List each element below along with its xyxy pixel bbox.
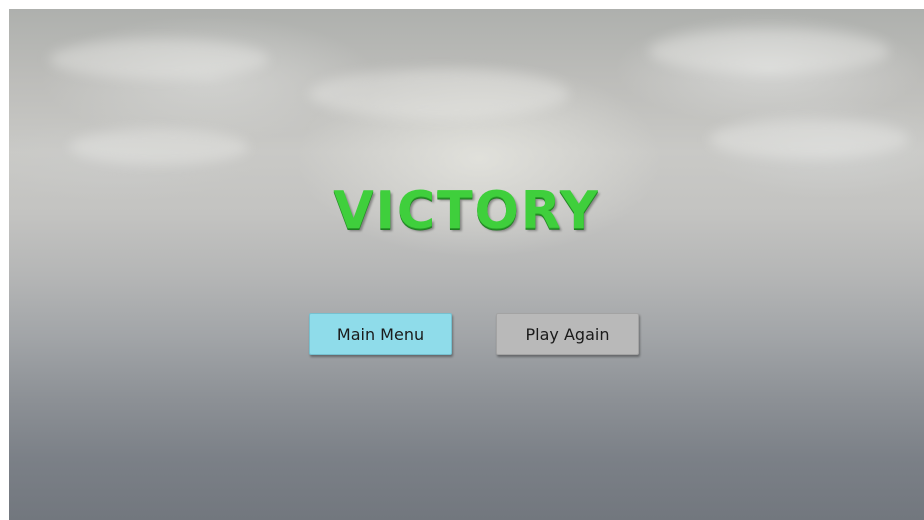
game-window: VICTORY Main Menu Play Again bbox=[0, 0, 924, 520]
cloud bbox=[649, 29, 889, 74]
play-again-button-label: Play Again bbox=[525, 324, 610, 344]
play-again-button[interactable]: Play Again bbox=[496, 313, 639, 355]
victory-title: VICTORY bbox=[333, 181, 600, 241]
cloud bbox=[49, 39, 269, 79]
cloud bbox=[69, 129, 249, 165]
main-menu-button-label: Main Menu bbox=[336, 324, 425, 344]
game-view: VICTORY Main Menu Play Again bbox=[9, 9, 924, 520]
cloud bbox=[709, 119, 909, 159]
cloud bbox=[309, 69, 569, 119]
main-menu-button[interactable]: Main Menu bbox=[309, 313, 452, 355]
